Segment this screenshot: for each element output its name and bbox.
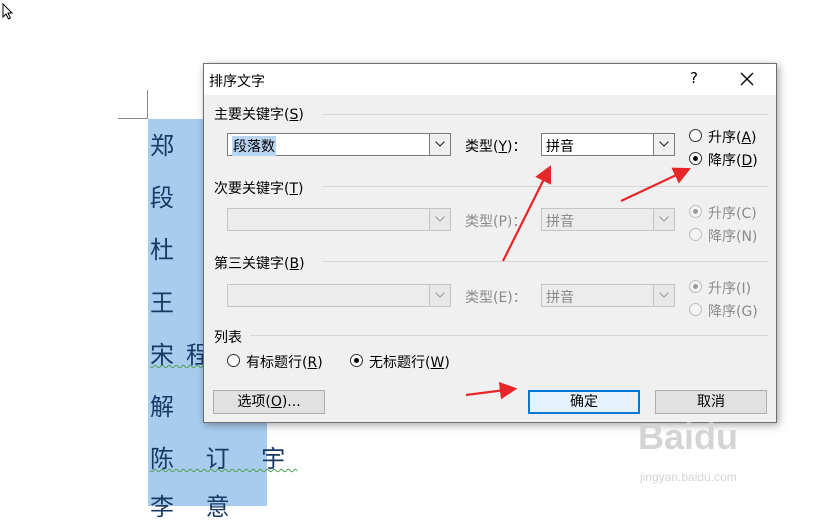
watermark-logo: Baidu bbox=[638, 416, 739, 457]
annotation-arrow bbox=[620, 167, 691, 202]
annotation-arrow bbox=[465, 381, 518, 400]
watermark-url: jingyan.baidu.com bbox=[640, 470, 737, 484]
baidu-watermark: Baidu jingyan.baidu.com bbox=[638, 416, 798, 491]
annotation-arrow bbox=[502, 165, 551, 262]
